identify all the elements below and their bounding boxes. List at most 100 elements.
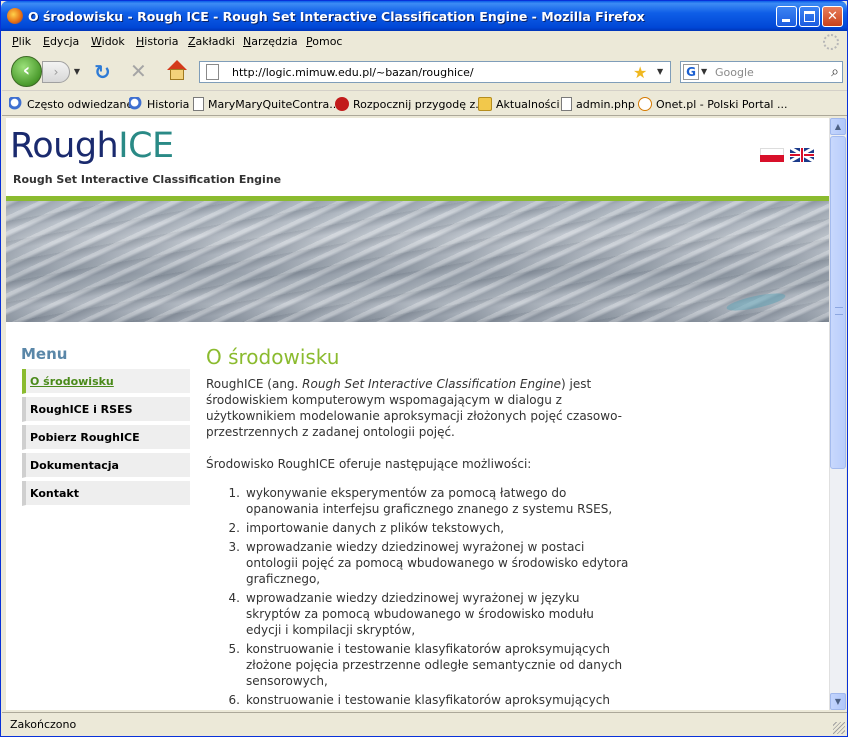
list-number: 1. xyxy=(228,486,240,500)
bookmark-marymary[interactable]: MaryMaryQuiteContra... xyxy=(193,97,340,111)
list-text: wprowadzanie wiedzy dziedzinowej wyrażon… xyxy=(246,591,594,637)
grip-icon xyxy=(835,307,843,315)
bookmark-label: Często odwiedzane xyxy=(27,98,134,111)
sidebar-title: Menu xyxy=(21,345,68,363)
intro-italic: Rough Set Interactive Classification Eng… xyxy=(302,377,562,391)
list-text: konstruowanie i testowanie klasyfikatoró… xyxy=(246,642,623,688)
bookmarks-toolbar: Często odwiedzane Historia MaryMaryQuite… xyxy=(2,92,847,116)
stop-icon: ✕ xyxy=(130,59,147,83)
status-text: Zakończono xyxy=(10,718,77,731)
search-bar[interactable]: G ▼ Google ⌕ xyxy=(680,61,843,83)
browser-window: O środowisku - Rough ICE - Rough Set Int… xyxy=(0,0,848,737)
status-bar: Zakończono xyxy=(2,712,847,736)
back-button[interactable]: ‹ xyxy=(11,56,42,87)
list-number: 6. xyxy=(228,693,240,707)
page-icon xyxy=(561,97,572,111)
bookmark-label: admin.php xyxy=(576,98,635,111)
bookmark-admin[interactable]: admin.php xyxy=(561,97,635,111)
sidebar-item-kontakt[interactable]: Kontakt xyxy=(22,481,190,506)
list-text: importowanie danych z plików tekstowych, xyxy=(246,521,505,535)
page-icon xyxy=(193,97,204,111)
list-text: konstruowanie i testowanie klasyfikatoró… xyxy=(246,693,610,707)
logo-ice: ICE xyxy=(118,126,174,166)
intro-paragraph: RoughICE (ang. Rough Set Interactive Cla… xyxy=(206,376,626,440)
bookmark-label: Historia xyxy=(147,98,190,111)
sidebar-item-dokumentacja[interactable]: Dokumentacja xyxy=(22,453,190,478)
close-icon: ✕ xyxy=(827,9,838,24)
window-title: O środowisku - Rough ICE - Rough Set Int… xyxy=(28,9,645,24)
sidebar-item-roughice-i-rses[interactable]: RoughICE i RSES xyxy=(22,397,190,422)
throbber-icon xyxy=(823,34,839,50)
maximize-button[interactable] xyxy=(799,6,820,27)
features-intro: Środowisko RoughICE oferuje następujące … xyxy=(206,457,532,471)
menu-widok[interactable]: Widok xyxy=(91,35,125,48)
list-text: wykonywanie eksperymentów za pomocą łatw… xyxy=(246,486,613,516)
google-icon[interactable]: G xyxy=(683,64,699,80)
bookmark-label: Aktualności xyxy=(496,98,560,111)
close-button[interactable]: ✕ xyxy=(822,6,843,27)
smart-bookmark-icon xyxy=(129,97,143,111)
page-content: RoughICE Rough Set Interactive Classific… xyxy=(6,118,829,710)
scroll-up-button[interactable]: ▲ xyxy=(830,118,846,135)
stop-button[interactable]: ✕ xyxy=(130,59,147,83)
smart-bookmark-icon xyxy=(9,97,23,111)
bookmark-onet[interactable]: Onet.pl - Polski Portal ... xyxy=(638,97,787,111)
maximize-icon xyxy=(804,11,815,22)
url-dropdown-icon[interactable]: ▼ xyxy=(657,67,663,76)
bookmark-label: Rozpocznij przygodę z... xyxy=(353,98,486,111)
reload-icon: ↻ xyxy=(94,60,111,84)
firefox-icon xyxy=(7,8,23,24)
english-flag-icon[interactable] xyxy=(790,148,814,162)
title-bar[interactable]: O środowisku - Rough ICE - Rough Set Int… xyxy=(1,1,847,31)
bookmark-star-icon[interactable]: ★ xyxy=(633,63,647,82)
list-number: 3. xyxy=(228,540,240,554)
forward-button[interactable]: › xyxy=(42,61,70,83)
list-number: 5. xyxy=(228,642,240,656)
navigation-toolbar: ‹ › ▼ ↻ ✕ http://logic.mimuw.edu.pl/~baz… xyxy=(2,53,847,91)
sidebar-item-o-srodowisku[interactable]: O środowisku xyxy=(22,369,190,394)
menu-pomoc[interactable]: Pomoc xyxy=(306,35,342,48)
onet-icon xyxy=(638,97,652,111)
scroll-thumb[interactable] xyxy=(830,136,846,469)
menu-bar: Plik Edycja Widok Historia Zakładki Narz… xyxy=(2,31,847,53)
list-number: 4. xyxy=(228,591,240,605)
home-button[interactable] xyxy=(166,60,188,82)
list-number: 2. xyxy=(228,521,240,535)
search-icon[interactable]: ⌕ xyxy=(831,64,839,80)
polish-flag-icon[interactable] xyxy=(760,148,784,162)
bookmark-rozpocznij[interactable]: Rozpocznij przygodę z... xyxy=(335,97,486,111)
menu-zakladki[interactable]: Zakładki xyxy=(188,35,235,48)
search-input[interactable]: Google xyxy=(715,66,754,79)
resize-grip-icon[interactable] xyxy=(833,722,845,734)
vertical-scrollbar[interactable]: ▲ ▼ xyxy=(829,118,846,710)
redhat-icon xyxy=(335,97,349,111)
bookmark-historia[interactable]: Historia xyxy=(129,97,189,111)
history-dropdown[interactable]: ▼ xyxy=(70,61,84,83)
home-icon-body xyxy=(170,69,184,80)
menu-historia[interactable]: Historia xyxy=(136,35,178,48)
bookmark-czesto-odwiedzane[interactable]: Często odwiedzane xyxy=(9,97,133,111)
menu-edycja[interactable]: Edycja xyxy=(43,35,79,48)
minimize-icon xyxy=(782,19,790,22)
menu-plik[interactable]: Plik xyxy=(12,35,31,48)
page-icon xyxy=(206,64,219,80)
reload-button[interactable]: ↻ xyxy=(94,60,111,84)
bookmark-aktualnosci[interactable]: Aktualności xyxy=(478,97,560,111)
forward-arrow-icon: › xyxy=(53,65,59,79)
site-tagline: Rough Set Interactive Classification Eng… xyxy=(13,173,282,186)
page-title: O środowisku xyxy=(206,345,340,369)
search-engine-dropdown-icon[interactable]: ▼ xyxy=(701,67,707,76)
url-text[interactable]: http://logic.mimuw.edu.pl/~bazan/roughic… xyxy=(232,66,474,79)
intro-prefix: RoughICE (ang. xyxy=(206,377,303,391)
list-text: wprowadzanie wiedzy dziedzinowej wyrażon… xyxy=(246,540,629,586)
site-logo[interactable]: RoughICE xyxy=(10,126,174,166)
minimize-button[interactable] xyxy=(776,6,797,27)
glacier-banner-image xyxy=(6,201,829,322)
address-bar[interactable]: http://logic.mimuw.edu.pl/~bazan/roughic… xyxy=(199,61,671,83)
bookmark-label: Onet.pl - Polski Portal ... xyxy=(656,98,788,111)
bookmark-label: MaryMaryQuiteContra... xyxy=(208,98,340,111)
scroll-down-button[interactable]: ▼ xyxy=(830,693,846,710)
sidebar-item-pobierz[interactable]: Pobierz RoughICE xyxy=(22,425,190,450)
logo-rough: Rough xyxy=(10,126,119,166)
menu-narzedzia[interactable]: Narzędzia xyxy=(243,35,298,48)
